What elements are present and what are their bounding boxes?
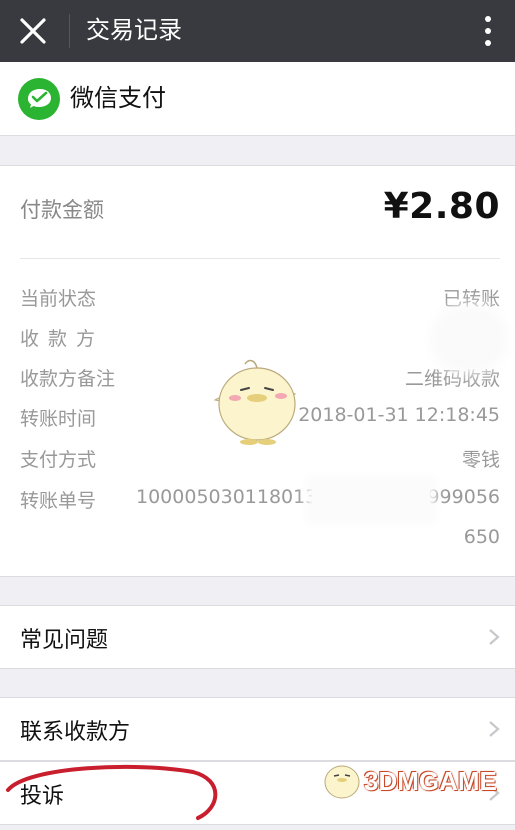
chevron-right-icon: [489, 629, 500, 645]
detail-value: 零钱: [461, 449, 500, 471]
detail-row-payee: 收款方 张: [20, 324, 500, 354]
brand-name: 微信支付: [70, 84, 166, 112]
detail-label: 当前状态: [20, 288, 97, 310]
detail-row-status: 当前状态 已转账: [20, 284, 500, 314]
menu-item-label: 联系收款方: [20, 720, 131, 745]
redaction-blur: [312, 482, 430, 518]
detail-value-line2: 650: [463, 526, 500, 548]
detail-label: 转账时间: [20, 408, 97, 430]
annotation-circle: [6, 764, 218, 820]
chevron-right-icon: [489, 721, 500, 737]
watermark-text: 3DMGAME: [364, 766, 497, 796]
menu-item-faq[interactable]: 常见问题: [0, 605, 515, 669]
top-bar-divider: [69, 14, 70, 48]
mascot-sticker-icon: [213, 359, 297, 445]
detail-value: 1000050301180131: [136, 486, 330, 508]
payment-detail-card: 付款金额 ¥2.80 当前状态 已转账 收款方 张 收款方备注 二维码收款 转账…: [0, 165, 515, 577]
amount-value: ¥2.80: [383, 186, 500, 227]
amount-label: 付款金额: [20, 198, 104, 222]
divider: [20, 258, 500, 259]
brand-header: 微信支付: [0, 62, 515, 136]
detail-label: 转账单号: [20, 490, 97, 512]
more-vertical-icon[interactable]: [481, 12, 495, 50]
watermark-mascot-icon: [324, 765, 360, 799]
detail-row-method: 支付方式 零钱: [20, 445, 500, 475]
wechat-pay-icon: [18, 78, 60, 120]
detail-label: 收款方: [20, 328, 105, 350]
watermark: 3DMGAME: [320, 752, 510, 807]
detail-value: 2018-01-31 12:18:45: [298, 404, 500, 426]
menu-item-label: 常见问题: [20, 628, 109, 653]
top-bar: 交易记录: [0, 0, 515, 62]
detail-value: 已转账: [442, 288, 500, 310]
detail-label: 支付方式: [20, 449, 97, 471]
close-icon[interactable]: [14, 12, 52, 50]
detail-label: 收款方备注: [20, 368, 116, 390]
detail-value: 二维码收款: [404, 368, 500, 390]
redaction-blur: [440, 314, 498, 364]
page-title: 交易记录: [86, 16, 182, 44]
